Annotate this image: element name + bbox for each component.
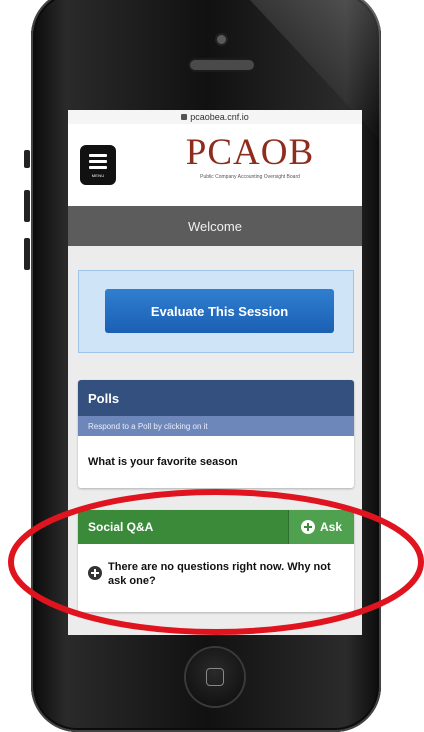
polls-title: Polls — [78, 380, 354, 416]
camera-icon — [217, 35, 226, 44]
qa-empty-text: There are no questions right now. Why no… — [108, 561, 331, 587]
lock-icon — [181, 114, 188, 120]
welcome-bar: Welcome — [68, 206, 362, 246]
menu-icon-bar — [89, 166, 107, 169]
evaluate-session-button[interactable]: Evaluate This Session — [105, 289, 334, 333]
plus-circle-icon — [300, 520, 315, 534]
url-text: pcaobea.cnf.io — [190, 112, 249, 122]
screen: pcaobea.cnf.io MENU PCAOB Public Company… — [68, 110, 362, 635]
social-qa-card: Social Q&A Ask There are no questions ri… — [78, 510, 354, 612]
url-bar[interactable]: pcaobea.cnf.io — [68, 110, 362, 124]
social-qa-title: Social Q&A — [88, 520, 154, 534]
social-qa-header: Social Q&A Ask — [78, 510, 354, 544]
qa-empty-message[interactable]: There are no questions right now. Why no… — [78, 544, 354, 588]
menu-label: MENU — [91, 172, 105, 178]
evaluate-panel: Evaluate This Session — [78, 270, 354, 353]
ask-label: Ask — [319, 520, 342, 534]
polls-card: Polls Respond to a Poll by clicking on i… — [78, 380, 354, 488]
logo-subtitle: Public Company Accounting Oversight Boar… — [200, 174, 300, 180]
pcaob-logo: PCAOB Public Company Accounting Oversigh… — [160, 134, 340, 180]
speaker-grille — [190, 60, 254, 70]
site-header: MENU PCAOB Public Company Accounting Ove… — [68, 124, 362, 206]
ask-button[interactable]: Ask — [288, 510, 354, 544]
logo-text: PCAOB — [185, 132, 315, 173]
welcome-text: Welcome — [188, 218, 242, 234]
menu-icon-bar — [89, 160, 107, 163]
menu-icon — [89, 154, 107, 157]
volume-button — [24, 190, 30, 222]
menu-button[interactable]: MENU — [80, 145, 116, 185]
plus-circle-icon — [88, 566, 102, 580]
polls-subtitle: Respond to a Poll by clicking on it — [78, 416, 354, 436]
poll-item[interactable]: What is your favorite season — [78, 436, 354, 488]
volume-button — [24, 150, 30, 168]
volume-button — [24, 238, 30, 270]
home-button[interactable] — [186, 648, 244, 706]
home-square-icon — [206, 668, 224, 686]
